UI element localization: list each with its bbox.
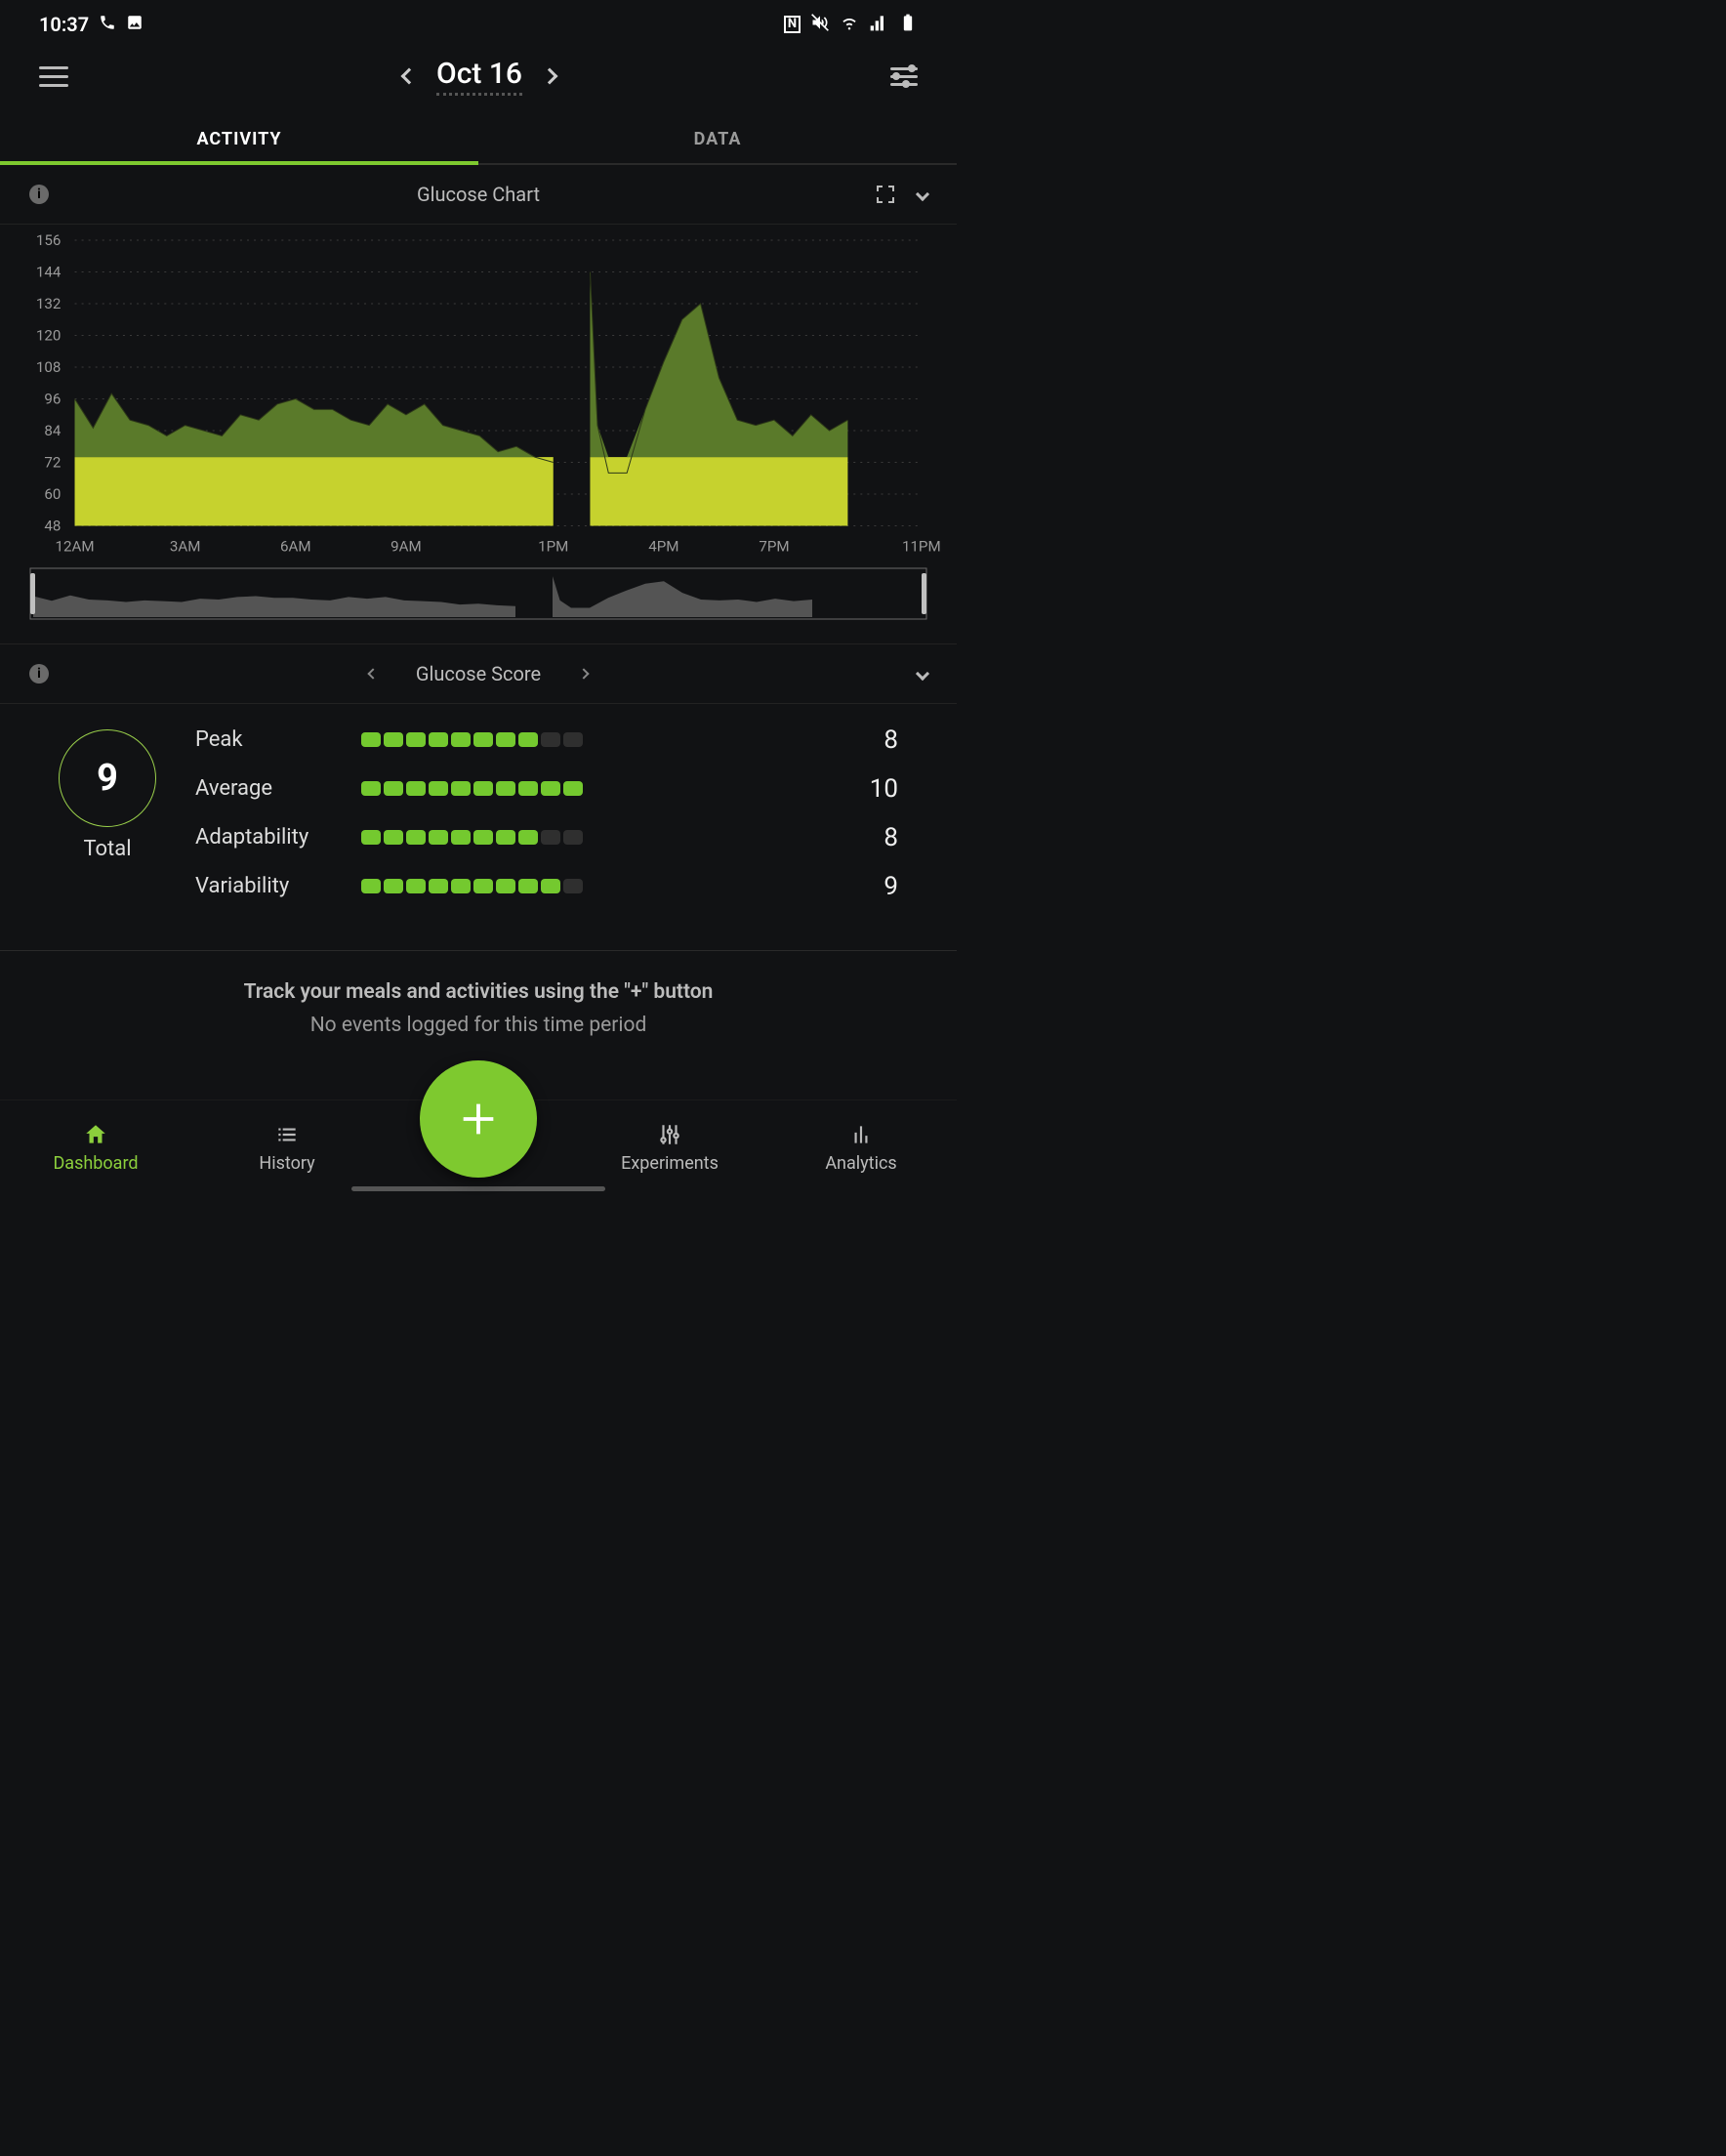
date-navigator: Oct 16	[403, 57, 555, 96]
score-row: Variability 9	[195, 872, 898, 901]
add-event-fab[interactable]	[420, 1060, 537, 1178]
score-row-label: Variability	[195, 874, 361, 898]
wifi-icon	[840, 13, 859, 37]
status-bar: 10:37 N	[0, 0, 957, 49]
nav-label: History	[259, 1153, 314, 1174]
score-total: 9 Total	[59, 729, 156, 861]
svg-text:132: 132	[36, 295, 61, 312]
empty-line2: No events logged for this time period	[20, 1014, 937, 1037]
main-tabs: ACTIVITY DATA	[0, 113, 957, 165]
score-pips	[361, 732, 840, 747]
svg-text:72: 72	[44, 454, 61, 472]
score-pips	[361, 830, 840, 845]
svg-text:60: 60	[44, 485, 61, 503]
clock: 10:37	[39, 13, 89, 36]
score-row: Peak 8	[195, 726, 898, 755]
collapse-icon[interactable]	[916, 667, 929, 681]
info-icon[interactable]: i	[29, 664, 49, 684]
home-icon	[83, 1122, 108, 1147]
score-row-label: Average	[195, 776, 361, 801]
svg-text:12AM: 12AM	[56, 538, 95, 556]
score-pips	[361, 879, 840, 893]
glucose-chart-scrubber[interactable]	[0, 567, 957, 624]
svg-text:7PM: 7PM	[759, 538, 789, 556]
home-indicator	[351, 1186, 605, 1191]
nav-experiments[interactable]: Experiments	[574, 1122, 765, 1174]
tab-data[interactable]: DATA	[478, 113, 957, 163]
svg-text:156: 156	[36, 234, 61, 249]
svg-text:96: 96	[44, 391, 61, 408]
phone-icon	[99, 13, 116, 36]
nav-dashboard[interactable]: Dashboard	[0, 1122, 191, 1174]
svg-text:1PM: 1PM	[538, 538, 568, 556]
collapse-icon[interactable]	[916, 187, 929, 201]
svg-text:48: 48	[44, 518, 61, 535]
nfc-icon: N	[784, 16, 801, 33]
current-date[interactable]: Oct 16	[436, 57, 522, 96]
score-next-button[interactable]	[578, 668, 589, 679]
glucose-score-body: 9 Total Peak 8 Average 10 Adaptability 8 Varia…	[0, 704, 957, 931]
score-row-value: 9	[840, 872, 898, 901]
svg-text:11PM: 11PM	[902, 538, 941, 556]
svg-text:84: 84	[44, 422, 61, 439]
nav-label: Analytics	[825, 1153, 896, 1174]
score-pips	[361, 781, 840, 796]
score-prev-button[interactable]	[367, 668, 378, 679]
analytics-icon	[848, 1122, 874, 1147]
glucose-score-title: Glucose Score	[416, 662, 541, 685]
fullscreen-icon[interactable]	[877, 186, 894, 203]
svg-text:6AM: 6AM	[280, 538, 311, 556]
nav-analytics[interactable]: Analytics	[765, 1122, 957, 1174]
nav-history[interactable]: History	[191, 1122, 383, 1174]
score-row-label: Adaptability	[195, 825, 361, 850]
menu-button[interactable]	[39, 66, 68, 87]
prev-day-button[interactable]	[401, 68, 418, 85]
nav-label: Dashboard	[53, 1153, 138, 1174]
score-row-value: 10	[840, 774, 898, 804]
list-icon	[274, 1122, 300, 1147]
image-icon	[126, 13, 144, 36]
svg-text:4PM: 4PM	[648, 538, 678, 556]
score-total-value: 9	[59, 729, 156, 827]
glucose-chart[interactable]: 48 60 72 84 96 108 120 132 144 156 12AM 3AM 6AM 9AM 1P…	[0, 225, 957, 567]
glucose-chart-header: i Glucose Chart	[0, 165, 957, 225]
glucose-score-header: i Glucose Score	[0, 643, 957, 704]
svg-text:144: 144	[36, 264, 62, 281]
filter-button[interactable]	[890, 67, 918, 86]
score-row-label: Peak	[195, 727, 361, 752]
score-row-value: 8	[840, 823, 898, 852]
info-icon[interactable]: i	[29, 185, 49, 204]
score-total-label: Total	[83, 837, 131, 861]
score-row: Average 10	[195, 774, 898, 804]
svg-text:108: 108	[36, 358, 61, 376]
glucose-chart-title: Glucose Chart	[417, 183, 540, 206]
next-day-button[interactable]	[541, 68, 557, 85]
signal-icon	[869, 13, 888, 37]
events-empty-state: Track your meals and activities using th…	[0, 951, 957, 1047]
mute-icon	[810, 13, 830, 37]
battery-icon	[898, 13, 918, 37]
score-row: Adaptability 8	[195, 823, 898, 852]
empty-line1: Track your meals and activities using th…	[20, 980, 937, 1004]
nav-label: Experiments	[621, 1153, 719, 1174]
tab-activity[interactable]: ACTIVITY	[0, 113, 478, 163]
sliders-icon	[657, 1122, 682, 1147]
app-header: Oct 16	[0, 49, 957, 113]
svg-text:120: 120	[36, 327, 61, 345]
score-row-value: 8	[840, 726, 898, 755]
svg-text:3AM: 3AM	[170, 538, 201, 556]
svg-text:9AM: 9AM	[390, 538, 422, 556]
